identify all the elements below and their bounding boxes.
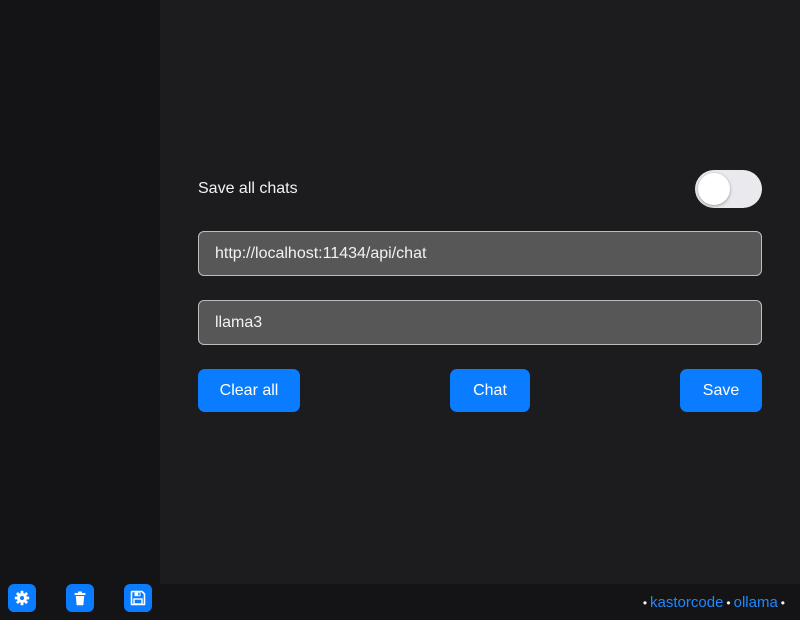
gear-icon xyxy=(14,590,30,606)
footer-separator: • xyxy=(780,596,785,610)
footer-links: • kastorcode • ollama • xyxy=(640,594,788,611)
save-file-button[interactable] xyxy=(124,584,152,612)
api-url-input[interactable] xyxy=(198,231,762,276)
action-buttons: Clear all Chat Save xyxy=(198,369,762,412)
settings-button[interactable] xyxy=(8,584,36,612)
toggle-knob xyxy=(698,173,730,205)
delete-button[interactable] xyxy=(66,584,94,612)
chat-button[interactable]: Chat xyxy=(450,369,530,412)
trash-icon xyxy=(74,591,86,606)
floppy-disk-icon xyxy=(130,590,146,606)
ollama-link[interactable]: ollama xyxy=(734,594,778,611)
footer-separator: • xyxy=(726,596,731,610)
clear-all-button[interactable]: Clear all xyxy=(198,369,300,412)
footer-separator: • xyxy=(642,596,648,610)
save-button[interactable]: Save xyxy=(680,369,762,412)
save-all-chats-row: Save all chats xyxy=(198,170,762,208)
model-input[interactable] xyxy=(198,300,762,345)
save-all-chats-label: Save all chats xyxy=(198,180,298,197)
kastorcode-link[interactable]: kastorcode xyxy=(650,594,723,611)
save-all-chats-toggle[interactable] xyxy=(695,170,762,208)
app-window: Save all chats Clear all Chat Save xyxy=(0,0,800,620)
settings-panel: Save all chats Clear all Chat Save xyxy=(198,170,762,412)
sidebar xyxy=(0,0,160,584)
main-panel: Save all chats Clear all Chat Save xyxy=(160,0,800,584)
